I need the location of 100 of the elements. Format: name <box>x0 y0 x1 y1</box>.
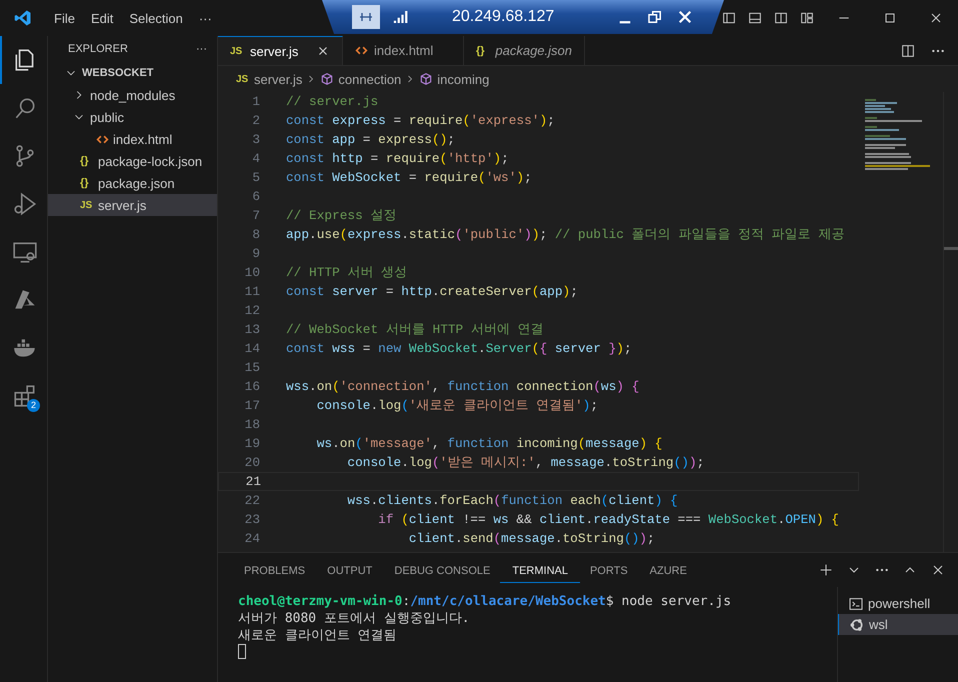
panel-tab[interactable]: PORTS <box>578 558 640 582</box>
json-file-icon: {} <box>476 44 490 56</box>
panel-tab[interactable]: OUTPUT <box>315 558 384 582</box>
file-tree-item[interactable]: node_modules <box>48 84 217 106</box>
line-number: 4 <box>251 150 261 168</box>
code-line: const WebSocket = require('ws'); <box>286 169 532 187</box>
panel-tab[interactable]: DEBUG CONSOLE <box>382 558 502 582</box>
code-line: ws.on('message', function incoming(message) { <box>316 435 662 453</box>
code-brackets-icon <box>96 132 109 146</box>
layout-icon[interactable] <box>799 10 815 26</box>
line-number: 5 <box>251 169 261 187</box>
run-debug-icon <box>12 191 38 217</box>
code-line: // Express 설정 <box>286 207 396 225</box>
line-number: 21 <box>244 473 262 490</box>
code-line: // WebSocket 서버를 HTTP 서버에 연결 <box>286 321 544 339</box>
line-number: 2 <box>251 112 261 130</box>
terminal-list-item[interactable]: wsl <box>838 614 958 635</box>
line-number: 11 <box>244 283 261 301</box>
code-line: console.log('새로운 클라이언트 연결됨'); <box>316 397 598 415</box>
toggle-secondary-sidebar-icon[interactable] <box>773 10 789 26</box>
breadcrumb-item[interactable]: connection <box>320 72 402 86</box>
toggle-panel-icon[interactable] <box>747 10 763 26</box>
more-actions-button[interactable]: ··· <box>196 43 207 55</box>
file-tree-item[interactable]: index.html <box>48 128 217 150</box>
line-number: 1 <box>251 93 261 111</box>
terminal-line: 서버가 8080 포트에서 실행중입니다. <box>238 610 470 627</box>
count-badge: 2 <box>27 399 40 412</box>
code-line: const server = http.createServer(app); <box>286 283 578 301</box>
code-line: const wss = new WebSocket.Server({ server }); <box>286 340 632 358</box>
restore-icon[interactable] <box>646 8 664 26</box>
editor-tab[interactable]: JS server.js <box>218 36 343 65</box>
split-editor-icon[interactable] <box>900 42 916 58</box>
code-line: client.send(message.toString()); <box>408 530 655 548</box>
breadcrumb-item[interactable]: incoming <box>419 72 490 86</box>
json-file-icon: {} <box>80 155 94 167</box>
vscode-logo-icon <box>14 9 32 27</box>
line-number: 10 <box>244 264 261 282</box>
terminal-line: cheol@terzmy-vm-win-0:/mnt/c/ollacare/WebSocket$ node server.js <box>238 593 732 610</box>
pin-button[interactable] <box>352 5 380 29</box>
line-number: 12 <box>244 302 261 320</box>
code-line: console.log('받은 메시지:', message.toString()); <box>346 454 704 472</box>
line-number: 7 <box>251 207 261 225</box>
terminal-prompt-icon <box>848 596 864 612</box>
menu-item[interactable]: File <box>46 8 83 28</box>
ring-logo-icon <box>849 616 865 632</box>
cube-icon <box>320 72 334 86</box>
line-number: 6 <box>251 188 261 206</box>
panel-tab[interactable]: PROBLEMS <box>232 558 318 582</box>
js-file-icon: JS <box>80 200 94 210</box>
code-line: const express = require('express'); <box>286 112 555 130</box>
line-number: 18 <box>244 416 261 434</box>
line-number: 13 <box>244 321 261 339</box>
line-number: 9 <box>251 245 261 263</box>
line-number: 22 <box>244 492 261 510</box>
file-tree-item[interactable]: {} package-lock.json <box>48 150 217 172</box>
line-number: 19 <box>244 435 261 453</box>
code-line: wss.on('connection', function connection(ws) { <box>286 378 640 396</box>
file-tree-item[interactable]: WEBSOCKET <box>48 62 217 84</box>
file-tree-item[interactable]: public <box>48 106 217 128</box>
line-number: 24 <box>244 530 261 548</box>
toggle-sidebar-icon[interactable] <box>721 10 737 26</box>
code-line: const app = express(); <box>286 131 455 149</box>
json-file-icon: {} <box>80 177 94 189</box>
code-brackets-icon <box>355 44 368 57</box>
line-number: 16 <box>244 378 261 396</box>
menu-item[interactable]: ··· <box>190 8 220 28</box>
line-number: 20 <box>244 454 261 472</box>
menu-item[interactable]: Selection <box>121 8 191 28</box>
signal-bars-icon <box>392 8 410 26</box>
breadcrumb-item[interactable]: JS server.js <box>236 72 302 86</box>
code-line: // server.js <box>286 93 378 111</box>
code-line: const http = require('http'); <box>286 150 509 168</box>
panel-tab[interactable]: AZURE <box>638 558 699 582</box>
extensions-icon <box>12 383 38 409</box>
file-tree-item[interactable]: {} package.json <box>48 172 217 194</box>
line-number: 15 <box>244 359 261 377</box>
cube-icon <box>419 72 434 86</box>
terminal-cursor <box>238 644 246 659</box>
code-line: // HTTP 서버 생성 <box>286 264 408 282</box>
activity-bar-item[interactable]: 2 <box>0 372 47 420</box>
js-file-icon: JS <box>230 46 244 56</box>
code-line: if (client !== ws && client.readyState === WebSocket.OPEN) { <box>377 511 839 529</box>
plus-icon[interactable] <box>818 562 834 578</box>
menu-item[interactable]: Edit <box>82 8 122 28</box>
terminal-line: 새로운 클라이언트 연결됨 <box>238 627 397 644</box>
panel-tab[interactable]: TERMINAL <box>500 558 580 582</box>
line-number: 3 <box>251 131 261 149</box>
file-tree-item[interactable]: JS server.js <box>48 194 217 216</box>
close-icon[interactable] <box>676 8 694 26</box>
remote-address: 20.249.68.127 <box>452 8 554 26</box>
line-number: 23 <box>244 511 261 529</box>
line-number: 8 <box>251 226 261 244</box>
terminal-list-item[interactable]: powershell <box>838 593 958 614</box>
panel-title: EXPLORER <box>68 43 128 55</box>
js-file-icon: JS <box>236 74 250 84</box>
line-number: 17 <box>244 397 261 415</box>
code-line: wss.clients.forEach(function each(client) { <box>346 492 678 510</box>
code-line: app.use(express.static('public')); // public 폴더의 파일들을 정적 파일로 제공 <box>286 226 844 244</box>
scrollbar[interactable] <box>943 92 958 552</box>
line-number: 14 <box>244 340 261 358</box>
